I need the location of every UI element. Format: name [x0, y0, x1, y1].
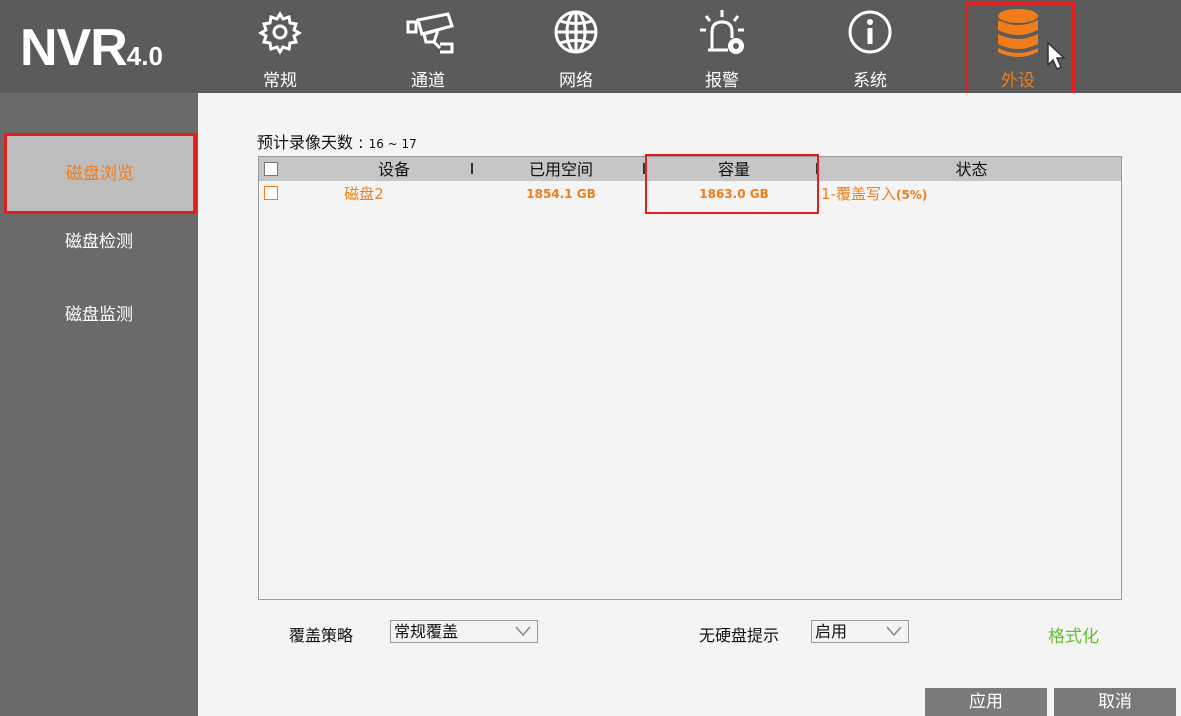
cell-status-text: 1-覆盖写入 — [821, 185, 896, 203]
recording-days-value: 16 ~ 17 — [368, 137, 417, 151]
overwrite-policy-label: 覆盖策略 — [289, 626, 354, 645]
nav-system[interactable]: 系统 — [810, 0, 930, 93]
highlight-disk-browse — [4, 133, 197, 214]
no-disk-alert-label: 无硬盘提示 — [699, 626, 780, 645]
overwrite-policy-select[interactable]: 常规覆盖 — [390, 620, 538, 643]
header-device: 设备 — [377, 160, 410, 179]
sidebar-item-disk-check[interactable]: 磁盘检测 — [0, 209, 198, 275]
gear-icon — [258, 11, 302, 55]
overwrite-policy-value: 常规覆盖 — [394, 622, 459, 641]
nav-label-channel: 通道 — [411, 71, 445, 91]
highlight-capacity-column — [645, 154, 819, 214]
nav-channel[interactable]: 通道 — [368, 0, 488, 93]
chevron-down-icon — [515, 626, 531, 637]
recording-days-label: 预计录像天数 : — [257, 133, 364, 152]
format-button[interactable]: 格式化 — [1048, 622, 1099, 647]
nav-label-network: 网络 — [559, 71, 593, 91]
chevron-down-icon — [886, 626, 902, 637]
column-separator — [471, 163, 473, 174]
nvr-logo: NVR4.0 — [20, 19, 163, 77]
nav-general[interactable]: 常规 — [220, 0, 340, 93]
info-icon — [848, 10, 892, 54]
no-disk-alert-select[interactable]: 启用 — [811, 620, 909, 643]
header-status: 状态 — [955, 160, 988, 179]
highlight-peripheral-tab — [965, 2, 1075, 96]
row-checkbox[interactable] — [264, 186, 278, 200]
recording-days: 预计录像天数 : 16 ~ 17 — [257, 129, 417, 153]
alarm-icon — [700, 10, 744, 54]
cell-status-percent: (5%) — [895, 188, 928, 202]
nav-alarm[interactable]: 报警 — [662, 0, 782, 93]
sidebar-item-disk-monitor[interactable]: 磁盘监测 — [0, 282, 198, 348]
globe-icon — [554, 10, 598, 54]
no-disk-alert-value: 启用 — [815, 622, 848, 641]
camera-icon — [406, 12, 454, 54]
nav-label-system: 系统 — [853, 71, 887, 91]
cell-used-space: 1854.1 GB — [526, 187, 596, 201]
apply-button[interactable]: 应用 — [925, 688, 1047, 716]
cell-status: 1-覆盖写入(5%) — [821, 181, 1041, 205]
cancel-button[interactable]: 取消 — [1054, 688, 1176, 716]
select-all-checkbox[interactable] — [264, 162, 278, 176]
nav-label-alarm: 报警 — [705, 71, 739, 91]
header-used-space: 已用空间 — [528, 160, 593, 179]
nav-network[interactable]: 网络 — [516, 0, 636, 93]
nav-label-general: 常规 — [263, 71, 297, 91]
disk-table: 设备 已用空间 容量 状态 磁盘2 1854.1 GB 1863.0 GB 1-… — [258, 156, 1122, 600]
cell-device: 磁盘2 — [344, 185, 384, 203]
